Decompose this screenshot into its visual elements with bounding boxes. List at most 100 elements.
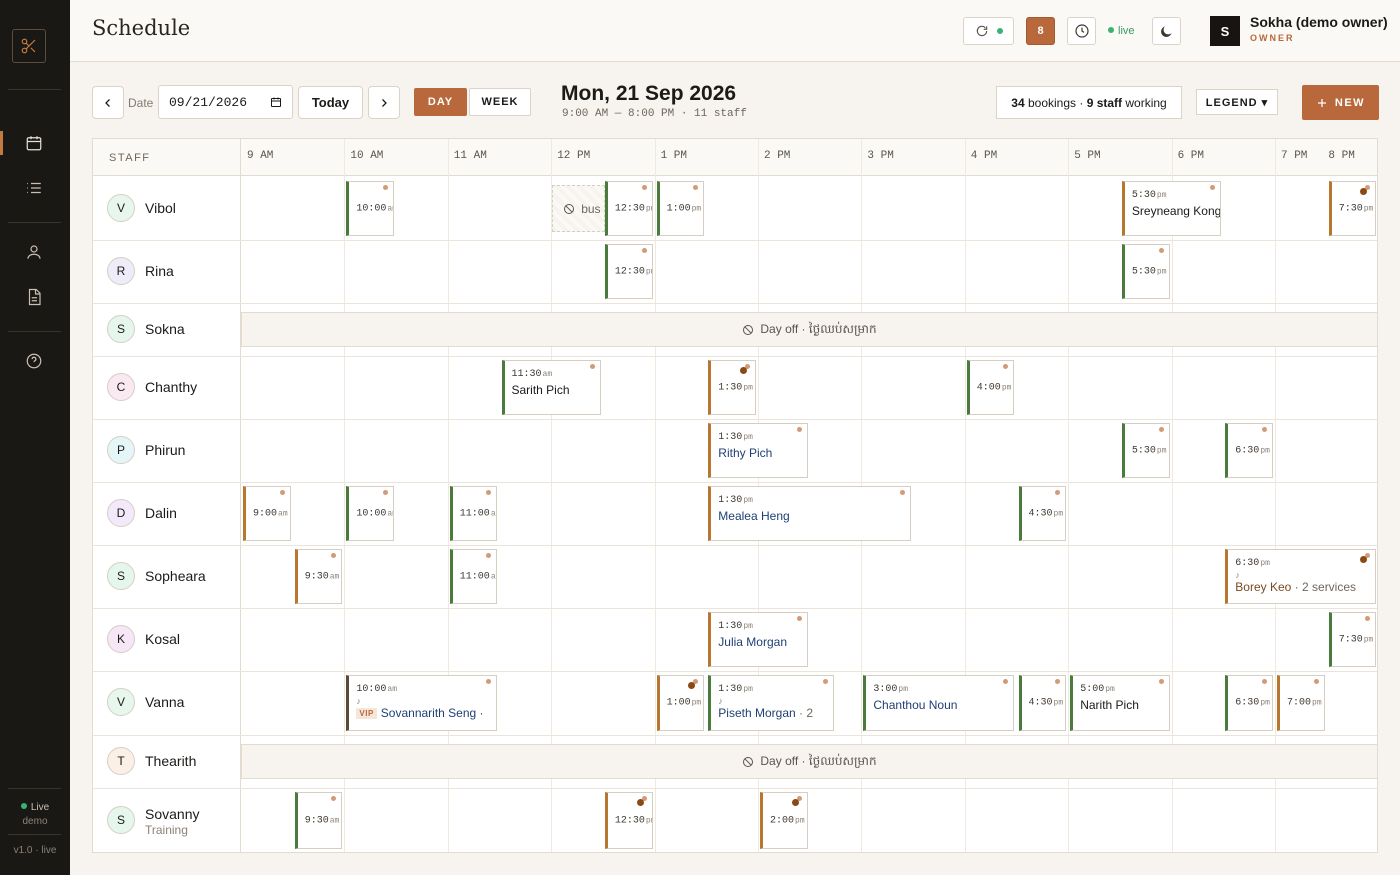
booking-block[interactable]: 1:30pm Rithy Pich bbox=[708, 423, 808, 478]
booking-block[interactable]: 4:30pm bbox=[1018, 675, 1067, 731]
next-day-button[interactable] bbox=[368, 86, 400, 119]
booking-block[interactable]: 9:00am bbox=[243, 486, 291, 541]
week-view-tab[interactable]: WEEK bbox=[469, 88, 531, 116]
booking-block[interactable]: 6:30pm bbox=[1225, 675, 1273, 731]
booking-time: 4:00pm bbox=[977, 382, 1012, 393]
staff-avatar[interactable]: S bbox=[107, 314, 135, 343]
booking-block[interactable]: 9:30am bbox=[294, 792, 343, 849]
sidebar-live-label: Live bbox=[30, 802, 50, 813]
staff-name[interactable]: Phirun bbox=[145, 442, 185, 458]
booking-block[interactable]: 7:00pm bbox=[1277, 675, 1325, 731]
booking-block[interactable]: 5:30pm bbox=[1121, 423, 1170, 478]
booking-block[interactable]: 7:30pm bbox=[1328, 181, 1377, 236]
day-off-label: Day off · ថ្ងៃឈប់សម្រាក bbox=[760, 321, 877, 336]
day-off-band: Day off · ថ្ងៃឈប់សម្រាក bbox=[241, 744, 1377, 779]
calendar-icon[interactable] bbox=[22, 131, 46, 155]
staff-avatar[interactable]: V bbox=[107, 193, 135, 222]
date-input[interactable]: 09/21/2026 bbox=[158, 85, 293, 119]
booking-block[interactable]: 5:30pm bbox=[1121, 244, 1170, 299]
booking-block[interactable]: 3:00pm Chanthou Noun bbox=[863, 675, 1015, 731]
date-label: Date bbox=[128, 96, 154, 110]
booking-time: 4:30pm bbox=[1029, 698, 1064, 709]
booking-block[interactable]: 10:00am bbox=[346, 486, 395, 541]
booking-block[interactable]: 6:30pm bbox=[1225, 423, 1273, 478]
scissors-logo-icon[interactable] bbox=[12, 29, 46, 63]
booking-time-value: 6:30 bbox=[1235, 697, 1260, 709]
status-dot-icon bbox=[1003, 364, 1009, 369]
clock-button[interactable] bbox=[1067, 17, 1096, 45]
booking-block[interactable]: 2:00pm bbox=[760, 792, 808, 849]
booking-block[interactable]: 7:30pm bbox=[1328, 612, 1377, 667]
user-icon[interactable] bbox=[22, 240, 46, 264]
staff-avatar[interactable]: K bbox=[107, 624, 135, 653]
staff-avatar[interactable]: T bbox=[107, 746, 135, 775]
booking-block[interactable]: 11:30am Sarith Pich bbox=[501, 360, 601, 415]
booking-summary: 34 bookings · 9 staff working bbox=[996, 86, 1182, 119]
staff-avatar[interactable]: V bbox=[107, 688, 135, 716]
booking-block[interactable]: 1:30pm ♪ Piseth Morgan · 2 bbox=[708, 675, 834, 731]
booking-block[interactable]: 10:00am bbox=[346, 181, 395, 236]
booking-block[interactable]: 6:30pm ♪ Borey Keo · 2 services bbox=[1225, 549, 1377, 604]
booking-block[interactable]: 4:30pm bbox=[1018, 486, 1067, 541]
booking-client-name: Rithy Pich bbox=[718, 446, 773, 460]
theme-toggle-button[interactable] bbox=[1152, 17, 1181, 45]
blocked-icon bbox=[743, 324, 754, 335]
booking-block[interactable]: 11:00am bbox=[449, 549, 498, 604]
busy-block[interactable]: bus bbox=[552, 185, 606, 232]
booking-block[interactable]: 10:00am ♪ VIP Sovannarith Seng · bbox=[346, 675, 498, 731]
booking-block[interactable]: 1:30pm Julia Morgan bbox=[708, 612, 808, 667]
booking-block[interactable]: 9:30am bbox=[294, 549, 343, 604]
booking-time-value: 7:00 bbox=[1287, 697, 1312, 709]
booking-block[interactable]: 1:30pm Mealea Heng bbox=[708, 486, 912, 541]
booking-client-name: Narith Pich bbox=[1080, 698, 1139, 712]
staff-column-header: STAFF bbox=[109, 152, 151, 164]
music-note-icon: ♪ bbox=[1235, 570, 1240, 580]
staff-name[interactable]: Dalin bbox=[145, 505, 177, 521]
list-icon[interactable] bbox=[22, 176, 46, 200]
staff-name[interactable]: Thearith bbox=[145, 753, 196, 769]
status-dot-icon bbox=[1158, 427, 1164, 432]
booking-block[interactable]: 5:30pm Sreyneang Kong bbox=[1121, 181, 1222, 236]
help-icon[interactable] bbox=[22, 349, 46, 373]
hour-label: 3 PM bbox=[867, 150, 894, 162]
booking-block[interactable]: 1:00pm bbox=[656, 181, 705, 236]
staff-name[interactable]: Vibol bbox=[145, 200, 176, 216]
staff-name[interactable]: Vanna bbox=[145, 694, 184, 710]
booking-block[interactable]: 5:00pm Narith Pich bbox=[1070, 675, 1170, 731]
staff-avatar[interactable]: C bbox=[107, 372, 135, 401]
user-avatar[interactable]: S bbox=[1210, 16, 1240, 46]
booking-time-ampm: pm bbox=[795, 816, 805, 825]
booking-block[interactable]: 12:30pm bbox=[604, 244, 653, 299]
booking-block[interactable]: 12:30pm bbox=[604, 181, 653, 236]
staff-name[interactable]: Sopheara bbox=[145, 568, 206, 584]
prev-day-button[interactable] bbox=[92, 86, 124, 119]
day-view-tab[interactable]: DAY bbox=[414, 88, 467, 116]
staff-name[interactable]: Sokna bbox=[145, 321, 185, 337]
booking-block[interactable]: 12:30pm bbox=[604, 792, 653, 849]
today-button[interactable]: Today bbox=[298, 86, 363, 119]
staff-name[interactable]: Rina bbox=[145, 263, 174, 279]
user-role: OWNER bbox=[1250, 33, 1295, 43]
calendar-picker-icon[interactable] bbox=[270, 96, 282, 108]
new-booking-button[interactable]: NEW bbox=[1302, 85, 1379, 120]
hour-label: 4 PM bbox=[970, 150, 998, 162]
booking-block[interactable]: 1:00pm bbox=[656, 675, 705, 731]
staff-name[interactable]: Sovanny bbox=[145, 806, 199, 822]
booking-block[interactable]: 4:00pm bbox=[966, 360, 1015, 415]
legend-dropdown-button[interactable]: LEGEND ▾ bbox=[1196, 89, 1278, 115]
notification-count-button[interactable]: 8 bbox=[1026, 17, 1055, 45]
staff-avatar[interactable]: S bbox=[107, 805, 135, 834]
staff-avatar[interactable]: S bbox=[107, 561, 135, 590]
staff-avatar[interactable]: R bbox=[107, 256, 135, 285]
staff-name[interactable]: Kosal bbox=[145, 631, 180, 647]
staff-avatar[interactable]: P bbox=[107, 435, 135, 464]
booking-block[interactable]: 1:30pm bbox=[708, 360, 756, 415]
staff-avatar[interactable]: D bbox=[107, 498, 135, 527]
status-dot-icon bbox=[589, 364, 595, 369]
booking-time: 1:30pm bbox=[718, 495, 753, 506]
refresh-button[interactable] bbox=[963, 17, 1014, 45]
booking-block[interactable]: 11:00am bbox=[449, 486, 498, 541]
document-icon[interactable] bbox=[22, 285, 46, 309]
booking-time: 12:30pm bbox=[615, 266, 652, 277]
staff-name[interactable]: Chanthy bbox=[145, 379, 197, 395]
